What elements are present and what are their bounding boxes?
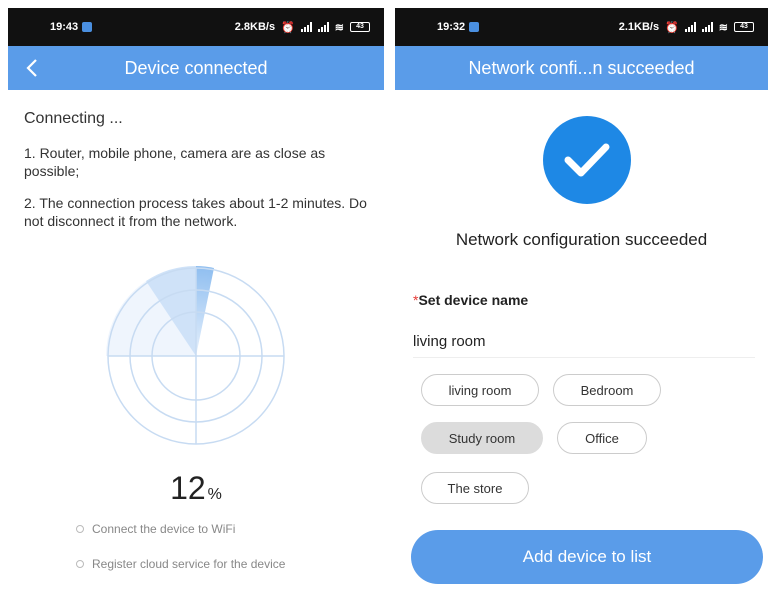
success-message: Network configuration succeeded bbox=[455, 230, 708, 249]
tip-1: 1. Router, mobile phone, camera are as c… bbox=[24, 145, 326, 179]
add-device-button[interactable]: Add device to list bbox=[411, 530, 763, 584]
radar-animation bbox=[106, 266, 285, 445]
signal-icon bbox=[300, 22, 312, 32]
network-speed: 2.1KB/s bbox=[618, 21, 660, 33]
radar-sweep bbox=[196, 266, 214, 356]
chip-living-room[interactable]: living room bbox=[421, 374, 539, 406]
status-time: 19:43 bbox=[50, 21, 79, 33]
alarm-icon: ⏰ bbox=[665, 21, 679, 34]
tip-2: 2. The connection process takes about 1-… bbox=[24, 195, 367, 229]
chevron-left-icon bbox=[26, 59, 37, 77]
status-bar: 19:43 2.8KB/s ⏰ ≋ 43 bbox=[8, 8, 384, 46]
signal-icon-2 bbox=[701, 22, 713, 32]
battery-icon: 43 bbox=[734, 22, 754, 32]
step-dot-icon bbox=[76, 525, 84, 533]
chip-the-store[interactable]: The store bbox=[421, 472, 529, 504]
page-title: Device connected bbox=[124, 57, 268, 78]
network-config-succeeded-screen: 19:32 2.1KB/s ⏰ ≋ 43 Network confi...n s… bbox=[395, 8, 768, 589]
wifi-icon: ≋ bbox=[334, 21, 344, 34]
step-dot-icon bbox=[76, 560, 84, 568]
device-name-label: *Set device name bbox=[413, 292, 529, 308]
step-connect-wifi: Connect the device to WiFi bbox=[76, 522, 235, 536]
chip-study-room[interactable]: Study room bbox=[421, 422, 543, 454]
device-connected-screen: 19:43 2.8KB/s ⏰ ≋ 43 Device connected Co… bbox=[8, 8, 384, 589]
checkmark-icon bbox=[564, 143, 610, 177]
alarm-icon: ⏰ bbox=[281, 21, 295, 34]
network-speed: 2.8KB/s bbox=[234, 21, 276, 33]
header: Device connected bbox=[8, 46, 384, 90]
status-time: 19:32 bbox=[437, 21, 466, 33]
header: Network confi...n succeeded bbox=[395, 46, 768, 90]
signal-icon-2 bbox=[317, 22, 329, 32]
wifi-icon: ≋ bbox=[718, 21, 728, 34]
progress-percent: 12% bbox=[170, 470, 222, 506]
back-button[interactable] bbox=[22, 56, 44, 80]
connecting-status: Connecting ... bbox=[24, 110, 123, 127]
step-register-cloud: Register cloud service for the device bbox=[76, 557, 285, 571]
chip-office[interactable]: Office bbox=[557, 422, 647, 454]
success-check-icon bbox=[543, 116, 631, 204]
device-name-input[interactable] bbox=[413, 326, 755, 358]
page-title: Network confi...n succeeded bbox=[468, 57, 695, 78]
signal-icon bbox=[684, 22, 696, 32]
chip-bedroom[interactable]: Bedroom bbox=[553, 374, 661, 406]
battery-icon: 43 bbox=[350, 22, 370, 32]
notification-icon bbox=[469, 22, 480, 32]
status-bar: 19:32 2.1KB/s ⏰ ≋ 43 bbox=[395, 8, 768, 46]
notification-icon bbox=[82, 22, 93, 32]
